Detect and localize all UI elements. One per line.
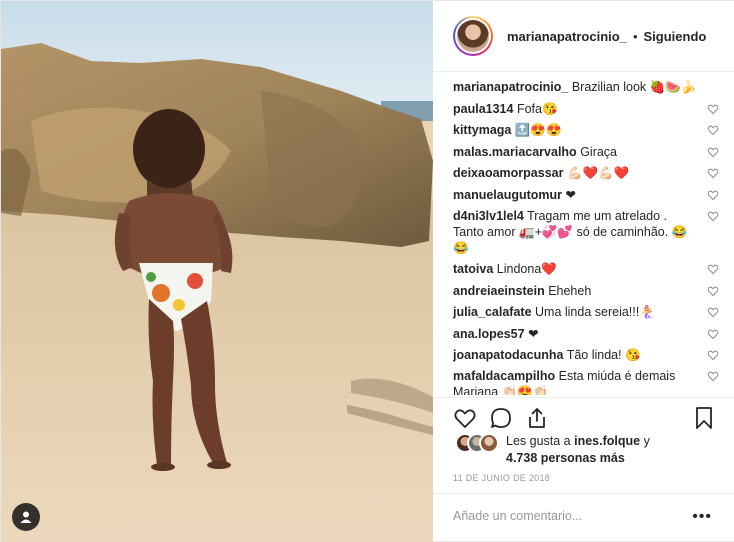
- likes-user[interactable]: ines.folque: [574, 434, 640, 448]
- comment-row: paula1314 Fofa😘: [453, 101, 719, 117]
- comment-row: ana.lopes57 ❤: [453, 326, 719, 342]
- likes-connector: y: [643, 434, 650, 448]
- header-username[interactable]: marianapatrocinio_: [507, 29, 627, 44]
- comment-row: manuelaugutomur ❤: [453, 187, 719, 203]
- comment-like-heart-icon[interactable]: [707, 349, 719, 361]
- comment-text: ❤: [565, 187, 577, 202]
- comment-icon[interactable]: [489, 406, 513, 430]
- bookmark-icon[interactable]: [692, 406, 716, 430]
- comment-like-heart-icon[interactable]: [707, 210, 719, 222]
- comment-row: julia_calafate Uma linda sereia!!!🧜‍♀️: [453, 304, 719, 320]
- comment-row: deixaoamorpassar 💪🏻❤️💪🏻❤️: [453, 165, 719, 181]
- comment-username[interactable]: malas.mariacarvalho: [453, 145, 577, 159]
- comment-row: mafaldacampilho Esta miúda é demais Mari…: [453, 368, 719, 395]
- caption-text: Brazilian look 🍓🍉🍌: [571, 80, 697, 94]
- person-icon: [20, 511, 32, 523]
- comment-like-heart-icon[interactable]: [707, 146, 719, 158]
- post-header: marianapatrocinio_ • Siguiendo: [433, 1, 734, 72]
- comment-text: Lindona❤️: [496, 262, 557, 277]
- caption-username[interactable]: marianapatrocinio_: [453, 80, 568, 94]
- comment-username[interactable]: julia_calafate: [453, 305, 532, 319]
- comment-like-heart-icon[interactable]: [707, 306, 719, 318]
- comment-username[interactable]: paula1314: [453, 102, 513, 116]
- instagram-post: marianapatrocinio_ • Siguiendo marianapa…: [0, 0, 734, 542]
- comment-row: malas.mariacarvalho Giraça: [453, 144, 719, 160]
- likes-count[interactable]: 4.738 personas más: [506, 451, 625, 465]
- comment-like-heart-icon[interactable]: [707, 328, 719, 340]
- avatar[interactable]: [453, 16, 493, 56]
- comment-username[interactable]: deixaoamorpassar: [453, 166, 563, 180]
- comment-like-heart-icon[interactable]: [707, 370, 719, 382]
- comment-username[interactable]: d4ni3lv1lel4: [453, 209, 524, 223]
- comment-username[interactable]: andreiaeinstein: [453, 284, 545, 298]
- user-tag-icon[interactable]: [12, 503, 40, 531]
- comment-text: Fofa😘: [516, 102, 558, 116]
- comment-row: andreiaeinstein Eheheh: [453, 283, 719, 299]
- comment-like-heart-icon[interactable]: [707, 167, 719, 179]
- comment-text: 💪🏻❤️💪🏻❤️: [566, 166, 630, 181]
- liker-avatar: [479, 433, 499, 453]
- comment-row: joanapatodacunha Tão linda! 😘: [453, 347, 719, 363]
- comment-input[interactable]: Añade un comentario...: [453, 509, 582, 523]
- comment-username[interactable]: joanapatodacunha: [453, 348, 563, 362]
- comment-text: Tão linda! 😘: [566, 347, 641, 362]
- comment-text: Giraça: [580, 144, 618, 159]
- caption: marianapatrocinio_ Brazilian look 🍓🍉🍌: [453, 79, 719, 95]
- comment-composer: Añade un comentario... •••: [433, 493, 734, 541]
- comment-text: ❤: [528, 326, 539, 341]
- comment-like-heart-icon[interactable]: [707, 263, 719, 275]
- follow-status-button[interactable]: Siguiendo: [644, 29, 707, 44]
- comment-username[interactable]: tatoiva: [453, 262, 493, 276]
- heart-icon[interactable]: [453, 406, 477, 430]
- header-separator: •: [632, 28, 638, 44]
- more-options-icon[interactable]: •••: [692, 508, 712, 526]
- comment-username[interactable]: manuelaugutomur: [453, 188, 562, 202]
- comment-text: Eheheh: [548, 283, 592, 298]
- post-date: 11 DE JUNIO DE 2018: [453, 473, 551, 483]
- comment-like-heart-icon[interactable]: [707, 189, 719, 201]
- likes-prefix: Les gusta a: [506, 434, 571, 448]
- share-icon[interactable]: [525, 406, 549, 430]
- action-bar: [433, 397, 734, 437]
- comment-like-heart-icon[interactable]: [707, 124, 719, 136]
- likes-summary[interactable]: Les gusta a ines.folque y 4.738 personas…: [453, 433, 723, 467]
- comment-text: Uma linda sereia!!!🧜‍♀️: [535, 305, 655, 320]
- comment-row: kittymaga 🔝😍😍: [453, 122, 719, 138]
- post-photo[interactable]: [1, 1, 433, 542]
- comment-row: tatoiva Lindona❤️: [453, 261, 719, 277]
- comment-username[interactable]: ana.lopes57: [453, 327, 525, 341]
- comment-username[interactable]: mafaldacampilho: [453, 369, 555, 383]
- comment-text: 🔝😍😍: [514, 123, 562, 138]
- post-panel: marianapatrocinio_ • Siguiendo marianapa…: [433, 1, 734, 541]
- beach-photo: [1, 1, 433, 542]
- comment-like-heart-icon[interactable]: [707, 285, 719, 297]
- comment-like-heart-icon[interactable]: [707, 103, 719, 115]
- likes-text: Les gusta a ines.folque y 4.738 personas…: [506, 433, 650, 467]
- avatar-image: [457, 20, 489, 52]
- comment-username[interactable]: kittymaga: [453, 123, 511, 137]
- comment-row: d4ni3lv1lel4 Tragam me um atrelado . Tan…: [453, 208, 719, 256]
- comments-list[interactable]: marianapatrocinio_ Brazilian look 🍓🍉🍌 pa…: [453, 79, 719, 395]
